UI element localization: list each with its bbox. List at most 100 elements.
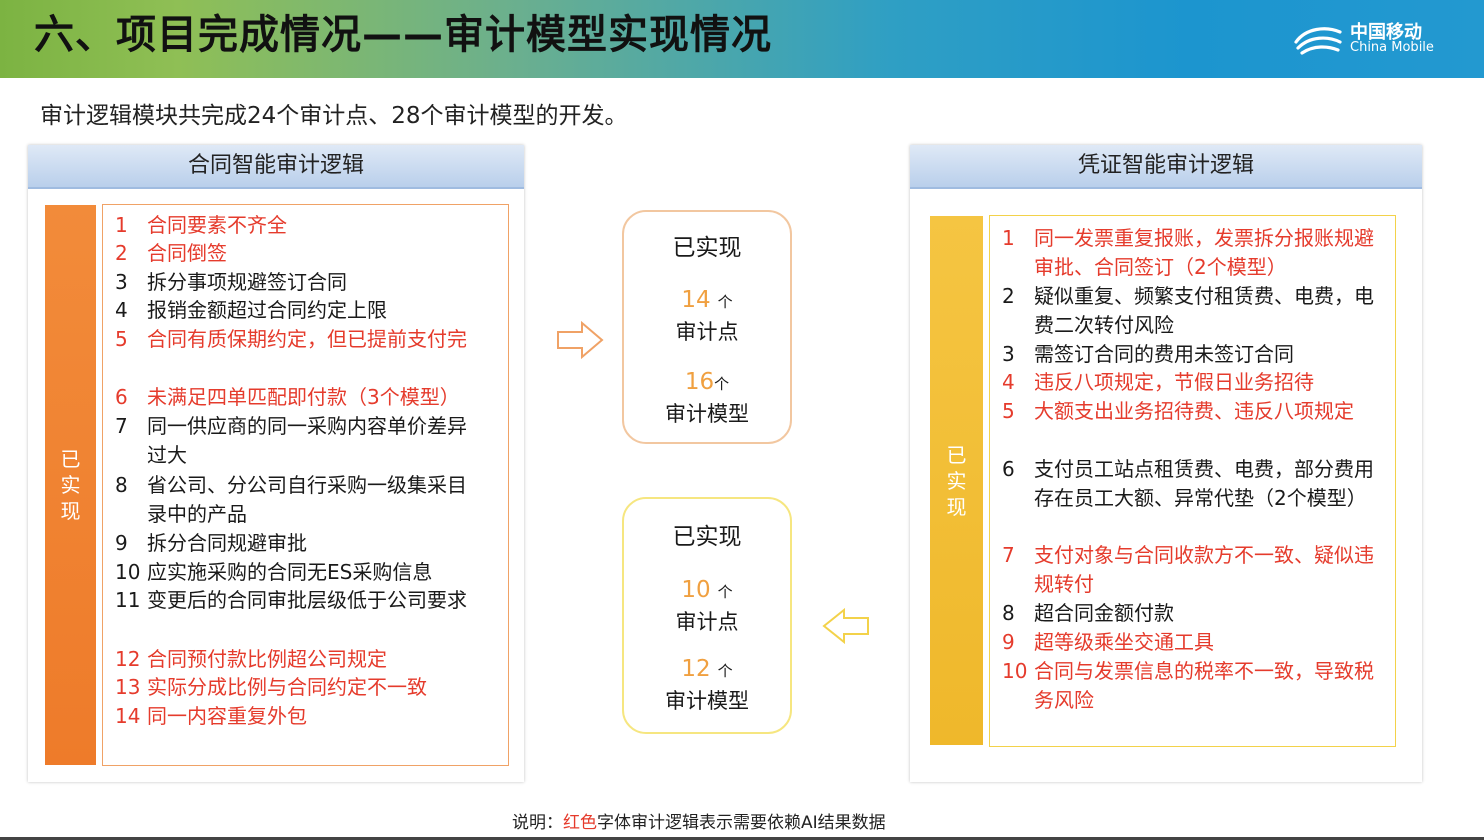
list-item-text: 合同要素不齐全 bbox=[147, 213, 287, 237]
audit-points-unit: 个 bbox=[717, 293, 733, 311]
list-item: 7 支付对象与合同收款方不一致、疑似违规转付 bbox=[990, 541, 1374, 599]
footnote: 说明：红色字体审计逻辑表示需要依赖AI结果数据 bbox=[512, 808, 886, 833]
list-item: 1 同一发票重复报账，发票拆分报账规避审批、合同签订（2个模型） bbox=[990, 224, 1374, 282]
list-item-number: 9 bbox=[1002, 630, 1015, 654]
china-mobile-logo: 中国移动 China Mobile bbox=[1292, 18, 1452, 62]
list-item-number: 10 bbox=[1002, 659, 1028, 683]
list-item-text: 疑似重复、频繁支付租赁费、电费，电费二次转付风险 bbox=[1034, 284, 1374, 337]
list-item: 8 超合同金额付款 bbox=[990, 599, 1374, 628]
list-item-text: 超合同金额付款 bbox=[1034, 601, 1174, 625]
list-item-number: 12 bbox=[115, 647, 141, 671]
list-item: 9 拆分合同规避审批 bbox=[103, 529, 467, 558]
logo-text-en: China Mobile bbox=[1350, 40, 1434, 55]
list-item-text: 未满足四单匹配即付款（3个模型） bbox=[147, 385, 460, 409]
implemented-label-right: 已实现 bbox=[930, 216, 983, 745]
footnote-red-word: 红色 bbox=[563, 813, 597, 833]
voucher-audit-list: 1 同一发票重复报账，发票拆分报账规避审批、合同签订（2个模型） 2 疑似重复、频繁支… bbox=[989, 215, 1396, 747]
voucher-summary-box: 已实现 10 个 审计点 12 个 审计模型 bbox=[622, 497, 792, 734]
list-item-text: 同一内容重复外包 bbox=[147, 704, 307, 728]
list-item-text: 拆分合同规避审批 bbox=[147, 531, 307, 555]
china-mobile-logo-icon bbox=[1294, 27, 1342, 55]
summary-heading: 已实现 bbox=[672, 235, 742, 261]
list-item-number: 13 bbox=[115, 675, 141, 699]
arrow-left-icon bbox=[822, 608, 869, 644]
list-item-number: 2 bbox=[1002, 284, 1015, 308]
list-item: 5 大额支出业务招待费、违反八项规定 bbox=[990, 397, 1374, 426]
list-item: 8 省公司、分公司自行采购一级集采目录中的产品 bbox=[103, 471, 467, 529]
audit-points-unit: 个 bbox=[717, 583, 733, 601]
summary-heading: 已实现 bbox=[672, 524, 742, 550]
list-item-number: 11 bbox=[115, 588, 141, 612]
list-item: 5 合同有质保期约定，但已提前支付完 bbox=[103, 325, 467, 354]
audit-points-label: 审计点 bbox=[675, 320, 739, 344]
list-item-text: 支付对象与合同收款方不一致、疑似违规转付 bbox=[1034, 543, 1374, 596]
list-item: 6 支付员工站点租赁费、电费，部分费用存在员工大额、异常代垫（2个模型） bbox=[990, 455, 1374, 513]
audit-models-label: 审计模型 bbox=[665, 689, 749, 713]
list-item: 2 合同倒签 bbox=[103, 239, 467, 268]
list-item-text: 合同预付款比例超公司规定 bbox=[147, 647, 387, 671]
list-item-number: 1 bbox=[115, 213, 128, 237]
list-item-text: 违反八项规定，节假日业务招待 bbox=[1034, 370, 1314, 394]
list-item-text: 合同有质保期约定，但已提前支付完 bbox=[147, 327, 467, 351]
list-item-text: 省公司、分公司自行采购一级集采目录中的产品 bbox=[147, 473, 467, 526]
audit-models-count: 12 个 bbox=[624, 656, 790, 682]
audit-points-number: 10 bbox=[681, 577, 711, 603]
page-title: 六、项目完成情况——审计模型实现情况 bbox=[34, 12, 772, 58]
audit-points-label: 审计点 bbox=[675, 610, 739, 634]
list-item-number: 10 bbox=[115, 560, 141, 584]
list-item-text: 拆分事项规避签订合同 bbox=[147, 270, 347, 294]
list-item-text: 需签订合同的费用未签订合同 bbox=[1034, 342, 1294, 366]
list-item: 12 合同预付款比例超公司规定 bbox=[103, 645, 467, 674]
list-item: 3 需签订合同的费用未签订合同 bbox=[990, 340, 1374, 369]
list-item: 9 超等级乘坐交通工具 bbox=[990, 628, 1374, 657]
voucher-audit-header: 凭证智能审计逻辑 bbox=[910, 145, 1422, 189]
list-item-number: 5 bbox=[1002, 399, 1015, 423]
list-item-text: 实际分成比例与合同约定不一致 bbox=[147, 675, 427, 699]
footnote-suffix: 字体审计逻辑表示需要依赖AI结果数据 bbox=[597, 813, 886, 833]
audit-models-number: 12 bbox=[681, 656, 711, 682]
arrow-right-icon bbox=[557, 321, 604, 359]
list-item-number: 3 bbox=[1002, 342, 1015, 366]
contract-summary-box: 已实现 14 个 审计点 16个 审计模型 bbox=[622, 210, 792, 444]
list-item-text: 大额支出业务招待费、违反八项规定 bbox=[1034, 399, 1354, 423]
list-item-text: 超等级乘坐交通工具 bbox=[1034, 630, 1214, 654]
list-item: 14 同一内容重复外包 bbox=[103, 702, 467, 731]
contract-audit-panel: 合同智能审计逻辑 已实现 1 合同要素不齐全 2 合同倒签 3 拆分事项规避签订合同 4 报销… bbox=[28, 145, 524, 782]
list-item-text: 同一发票重复报账，发票拆分报账规避审批、合同签订（2个模型） bbox=[1034, 226, 1374, 279]
list-item-number: 3 bbox=[115, 270, 128, 294]
list-item-number: 6 bbox=[1002, 457, 1015, 481]
list-item-text: 同一供应商的同一采购内容单价差异过大 bbox=[147, 414, 467, 467]
list-item-number: 9 bbox=[115, 531, 128, 555]
list-item-number: 7 bbox=[1002, 543, 1015, 567]
footnote-prefix: 说明： bbox=[512, 813, 563, 833]
voucher-audit-panel: 凭证智能审计逻辑 已实现 1 同一发票重复报账，发票拆分报账规避审批、合同签订（2… bbox=[910, 145, 1422, 782]
list-item-number: 1 bbox=[1002, 226, 1015, 250]
list-item-number: 4 bbox=[115, 298, 128, 322]
title-banner: 六、项目完成情况——审计模型实现情况 中国移动 China Mobile bbox=[0, 0, 1484, 78]
implemented-label-right-text: 已实现 bbox=[946, 442, 967, 519]
list-item-number: 5 bbox=[115, 327, 128, 351]
audit-models-unit: 个 bbox=[714, 375, 730, 393]
list-item: 10 合同与发票信息的税率不一致，导致税务风险 bbox=[990, 657, 1374, 715]
audit-models-label: 审计模型 bbox=[665, 402, 749, 426]
list-item-number: 8 bbox=[115, 473, 128, 497]
list-item-number: 4 bbox=[1002, 370, 1015, 394]
list-item-number: 7 bbox=[115, 414, 128, 438]
audit-models-unit: 个 bbox=[717, 662, 733, 680]
list-item: 4 违反八项规定，节假日业务招待 bbox=[990, 368, 1374, 397]
list-item-number: 6 bbox=[115, 385, 128, 409]
list-item: 10 应实施采购的合同无ES采购信息 bbox=[103, 558, 467, 587]
list-item: 7 同一供应商的同一采购内容单价差异过大 bbox=[103, 412, 467, 470]
list-item-number: 14 bbox=[115, 704, 141, 728]
contract-audit-list: 1 合同要素不齐全 2 合同倒签 3 拆分事项规避签订合同 4 报销金额超过合同约定上限 5 合同… bbox=[102, 204, 509, 766]
list-item-number: 2 bbox=[115, 241, 128, 265]
list-item-text: 合同与发票信息的税率不一致，导致税务风险 bbox=[1034, 659, 1374, 712]
implemented-label-left-text: 已实现 bbox=[60, 447, 81, 523]
list-item: 2 疑似重复、频繁支付租赁费、电费，电费二次转付风险 bbox=[990, 282, 1374, 340]
list-item: 3 拆分事项规避签订合同 bbox=[103, 268, 467, 297]
list-item: 4 报销金额超过合同约定上限 bbox=[103, 296, 467, 325]
list-item: 1 合同要素不齐全 bbox=[103, 211, 467, 240]
list-item-text: 报销金额超过合同约定上限 bbox=[147, 298, 387, 322]
list-item: 11 变更后的合同审批层级低于公司要求 bbox=[103, 586, 467, 615]
audit-points-count: 10 个 bbox=[624, 577, 790, 603]
